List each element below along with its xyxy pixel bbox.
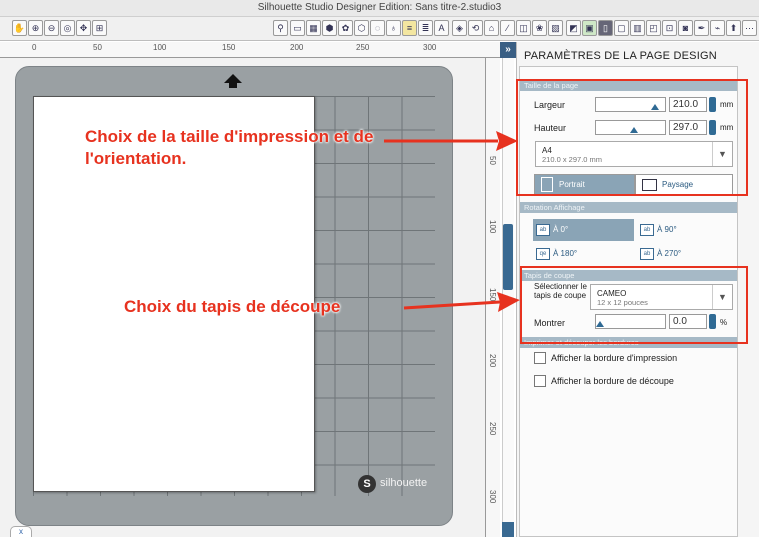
- arrow-head-page-size: [496, 131, 518, 151]
- annotation-arrows: [384, 131, 520, 312]
- arrow-head-mat: [497, 292, 520, 312]
- arrow-to-mat: [403, 300, 501, 310]
